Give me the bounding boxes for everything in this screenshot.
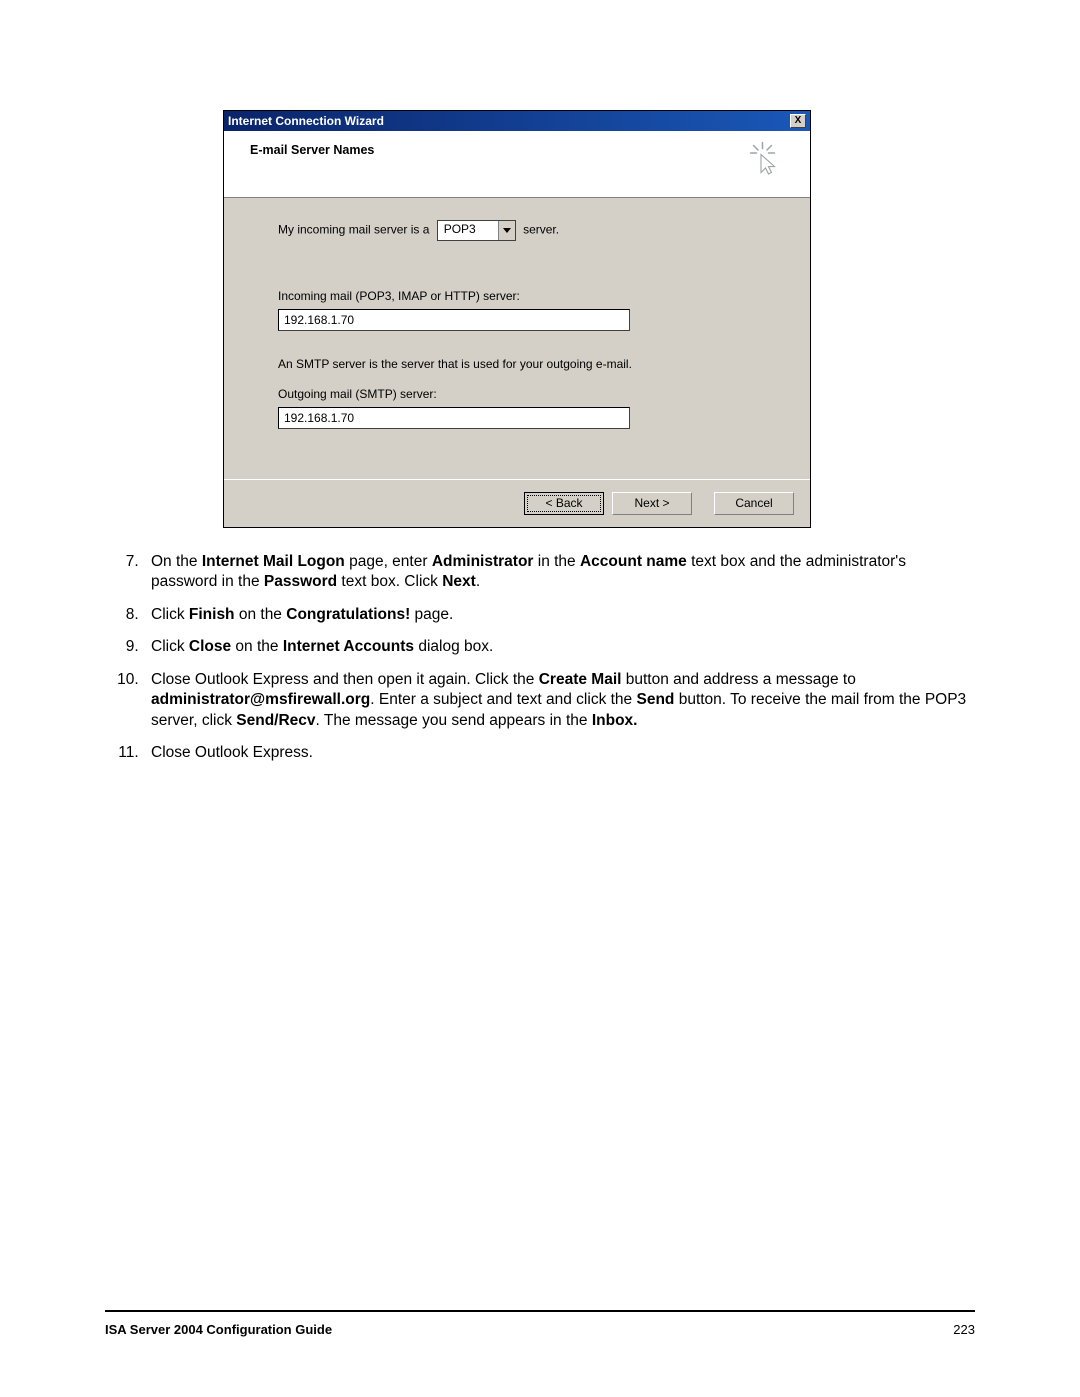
chevron-down-icon [498, 221, 515, 240]
list-item: Close Outlook Express. [143, 743, 975, 763]
incoming-server-input[interactable] [278, 309, 630, 331]
list-item: Close Outlook Express and then open it a… [143, 670, 975, 731]
wizard-dialog: Internet Connection Wizard X E-mail Serv… [223, 110, 811, 528]
cancel-button[interactable]: Cancel [714, 492, 794, 515]
page-heading: E-mail Server Names [250, 141, 374, 157]
page-number: 223 [953, 1322, 975, 1337]
server-type-value: POP3 [438, 221, 498, 240]
outgoing-label: Outgoing mail (SMTP) server: [278, 387, 780, 401]
outgoing-server-input[interactable] [278, 407, 630, 429]
list-item: On the Internet Mail Logon page, enter A… [143, 552, 975, 593]
instruction-list: On the Internet Mail Logon page, enter A… [105, 552, 975, 764]
server-type-row: My incoming mail server is a POP3 server… [278, 220, 780, 241]
wizard-header: E-mail Server Names [224, 131, 810, 198]
document-page: Internet Connection Wizard X E-mail Serv… [0, 0, 1080, 1397]
footer-title: ISA Server 2004 Configuration Guide [105, 1322, 332, 1337]
list-item: Click Close on the Internet Accounts dia… [143, 637, 975, 657]
label-prefix: My incoming mail server is a [278, 223, 429, 237]
back-button[interactable]: < Back [524, 492, 604, 515]
wizard-body: My incoming mail server is a POP3 server… [224, 198, 810, 479]
close-icon[interactable]: X [790, 114, 806, 128]
window-title: Internet Connection Wizard [228, 114, 384, 128]
next-button[interactable]: Next > [612, 492, 692, 515]
smtp-description: An SMTP server is the server that is use… [278, 357, 780, 371]
incoming-label: Incoming mail (POP3, IMAP or HTTP) serve… [278, 289, 780, 303]
label-suffix: server. [523, 223, 559, 237]
click-cursor-icon [746, 141, 782, 177]
server-type-select[interactable]: POP3 [437, 220, 516, 241]
page-footer: ISA Server 2004 Configuration Guide 223 [105, 1310, 975, 1337]
titlebar: Internet Connection Wizard X [224, 111, 810, 131]
button-bar: < Back Next > Cancel [224, 479, 810, 527]
list-item: Click Finish on the Congratulations! pag… [143, 605, 975, 625]
